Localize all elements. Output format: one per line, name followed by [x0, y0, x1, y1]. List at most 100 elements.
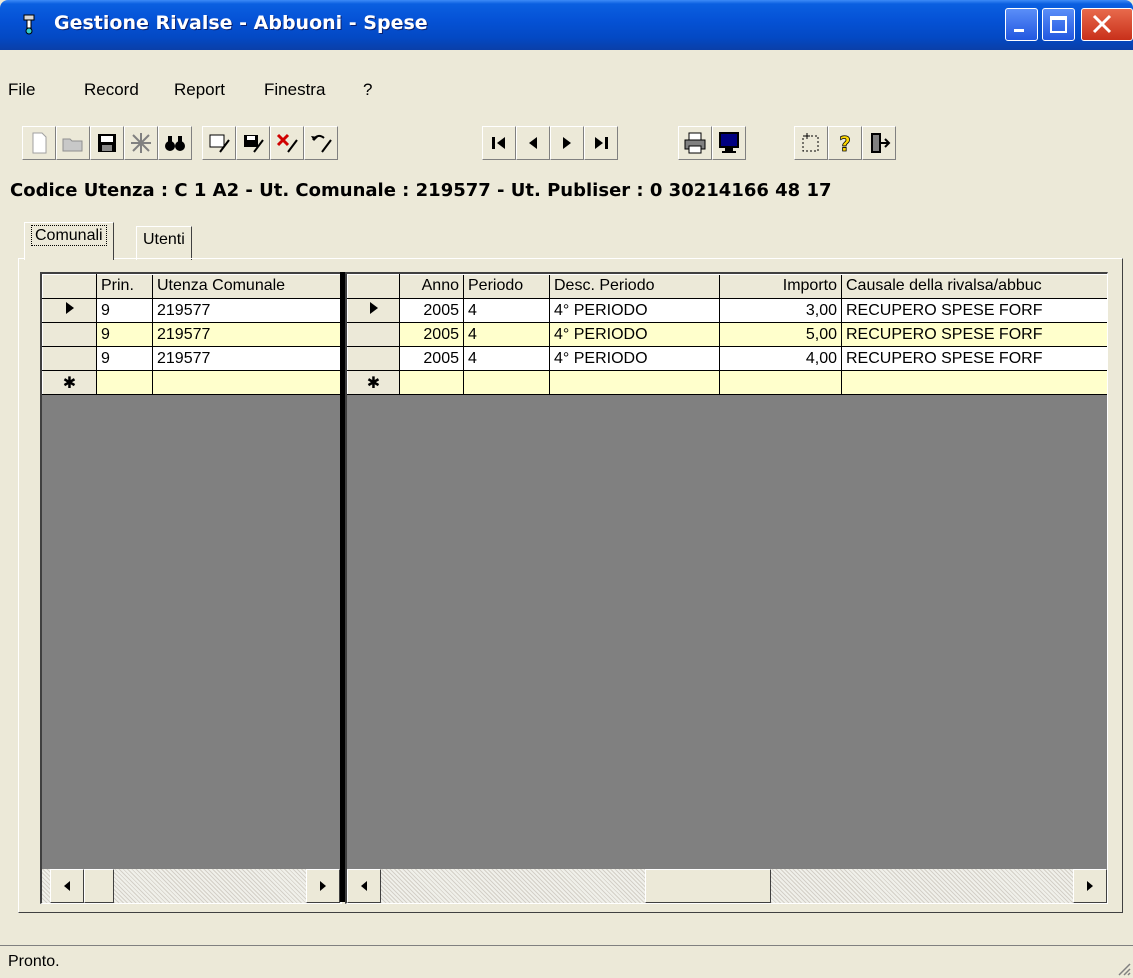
save-record-button[interactable] [236, 126, 270, 160]
scroll-left-button[interactable] [347, 869, 381, 903]
table-row[interactable]: 2005 4 4° PERIODO 5,00 RECUPERO SPESE FO… [347, 322, 1107, 347]
menu-record[interactable]: Record [80, 80, 143, 100]
table-row[interactable]: 9 219577 [42, 322, 341, 347]
scroll-left-button[interactable] [50, 869, 84, 903]
row-selector-header[interactable] [347, 274, 400, 299]
open-folder-icon [62, 138, 83, 152]
cell-anno[interactable]: 2005 [399, 322, 464, 347]
cell-importo[interactable]: 4,00 [719, 346, 842, 371]
new-record-row[interactable]: ✱ [347, 370, 1107, 395]
exit-button[interactable] [862, 126, 896, 160]
cell-periodo[interactable]: 4 [463, 298, 550, 323]
column-header-importo[interactable]: Importo [719, 274, 842, 299]
new-cell-importo[interactable] [719, 370, 842, 395]
print-button[interactable] [678, 126, 712, 160]
cell-anno[interactable]: 2005 [399, 298, 464, 323]
filter-button[interactable] [124, 126, 158, 160]
edit-record-button[interactable] [202, 126, 236, 160]
cell-utenza[interactable]: 219577 [152, 322, 341, 347]
column-header-desc-periodo[interactable]: Desc. Periodo [549, 274, 720, 299]
current-row-pointer[interactable] [42, 298, 97, 323]
left-horizontal-scrollbar[interactable] [42, 869, 341, 903]
cell-causale[interactable]: RECUPERO SPESE FORF [841, 322, 1107, 347]
tab-utenti[interactable]: Utenti [136, 226, 192, 260]
edit-record-icon [209, 134, 230, 153]
cell-prin[interactable]: 9 [96, 298, 153, 323]
new-row-marker[interactable]: ✱ [347, 370, 400, 395]
find-binoculars-icon [165, 136, 185, 151]
new-button[interactable] [22, 126, 56, 160]
help-button[interactable]: ? [828, 126, 862, 160]
arrow-left-icon [361, 881, 367, 891]
scroll-right-button[interactable] [1073, 869, 1107, 903]
new-cell-anno[interactable] [399, 370, 464, 395]
find-button[interactable] [158, 126, 192, 160]
cell-importo[interactable]: 5,00 [719, 322, 842, 347]
close-button[interactable] [1081, 8, 1133, 41]
previous-record-button[interactable] [516, 126, 550, 160]
cell-importo[interactable]: 3,00 [719, 298, 842, 323]
cell-prin[interactable]: 9 [96, 322, 153, 347]
open-button[interactable] [56, 126, 90, 160]
new-row-marker[interactable]: ✱ [42, 370, 97, 395]
table-row[interactable]: 9 219577 [42, 346, 341, 371]
column-header-causale[interactable]: Causale della rivalsa/abbuc [841, 274, 1107, 299]
scroll-right-button[interactable] [306, 869, 340, 903]
column-header-anno[interactable]: Anno [399, 274, 464, 299]
cell-causale[interactable]: RECUPERO SPESE FORF [841, 346, 1107, 371]
table-row[interactable]: 9 219577 [42, 298, 341, 323]
undo-record-button[interactable] [304, 126, 338, 160]
table-row[interactable]: 2005 4 4° PERIODO 4,00 RECUPERO SPESE FO… [347, 346, 1107, 371]
cell-desc-periodo[interactable]: 4° PERIODO [549, 298, 720, 323]
select-button[interactable] [794, 126, 828, 160]
new-cell-prin[interactable] [96, 370, 153, 395]
maximize-button[interactable] [1042, 8, 1075, 41]
cell-periodo[interactable]: 4 [463, 322, 550, 347]
current-row-pointer[interactable] [347, 298, 400, 323]
menu-finestra[interactable]: Finestra [260, 80, 329, 100]
utenze-table: Prin. Utenza Comunale 9 219577 9 219577 … [42, 274, 341, 395]
menu-report[interactable]: Report [170, 80, 229, 100]
cell-causale[interactable]: RECUPERO SPESE FORF [841, 298, 1107, 323]
next-record-button[interactable] [550, 126, 584, 160]
row-selector[interactable] [347, 346, 400, 371]
maximize-icon [1050, 16, 1067, 33]
table-row[interactable]: 2005 4 4° PERIODO 3,00 RECUPERO SPESE FO… [347, 298, 1107, 323]
save-button[interactable] [90, 126, 124, 160]
new-cell-desc-periodo[interactable] [549, 370, 720, 395]
left-scroll-thumb[interactable] [84, 869, 114, 903]
new-cell-causale[interactable] [841, 370, 1107, 395]
row-selector[interactable] [42, 346, 97, 371]
last-record-button[interactable] [584, 126, 618, 160]
first-record-button[interactable] [482, 126, 516, 160]
new-record-row[interactable]: ✱ [42, 370, 341, 395]
column-header-periodo[interactable]: Periodo [463, 274, 550, 299]
menu-help[interactable]: ? [359, 80, 376, 100]
title-bar[interactable]: Gestione Rivalse - Abbuoni - Spese [0, 0, 1133, 50]
column-header-utenza[interactable]: Utenza Comunale [152, 274, 341, 299]
cell-periodo[interactable]: 4 [463, 346, 550, 371]
utenze-grid[interactable]: Prin. Utenza Comunale 9 219577 9 219577 … [40, 272, 342, 904]
row-selector-header[interactable] [42, 274, 97, 299]
cell-utenza[interactable]: 219577 [152, 346, 341, 371]
cell-utenza[interactable]: 219577 [152, 298, 341, 323]
minimize-button[interactable] [1005, 8, 1038, 41]
column-header-prin[interactable]: Prin. [96, 274, 153, 299]
cell-desc-periodo[interactable]: 4° PERIODO [549, 322, 720, 347]
tab-comunali[interactable]: Comunali [24, 222, 114, 260]
row-selector[interactable] [42, 322, 97, 347]
row-selector[interactable] [347, 322, 400, 347]
new-cell-utenza[interactable] [152, 370, 341, 395]
menu-file[interactable]: File [4, 80, 39, 100]
right-horizontal-scrollbar[interactable] [347, 869, 1107, 903]
resize-grip-icon[interactable] [1115, 960, 1131, 976]
new-cell-periodo[interactable] [463, 370, 550, 395]
delete-record-button[interactable] [270, 126, 304, 160]
row-pointer-icon [65, 302, 74, 314]
cell-anno[interactable]: 2005 [399, 346, 464, 371]
cell-prin[interactable]: 9 [96, 346, 153, 371]
preview-button[interactable] [712, 126, 746, 160]
rivalse-grid[interactable]: Anno Periodo Desc. Periodo Importo Causa… [345, 272, 1108, 904]
right-scroll-thumb[interactable] [645, 869, 771, 903]
cell-desc-periodo[interactable]: 4° PERIODO [549, 346, 720, 371]
